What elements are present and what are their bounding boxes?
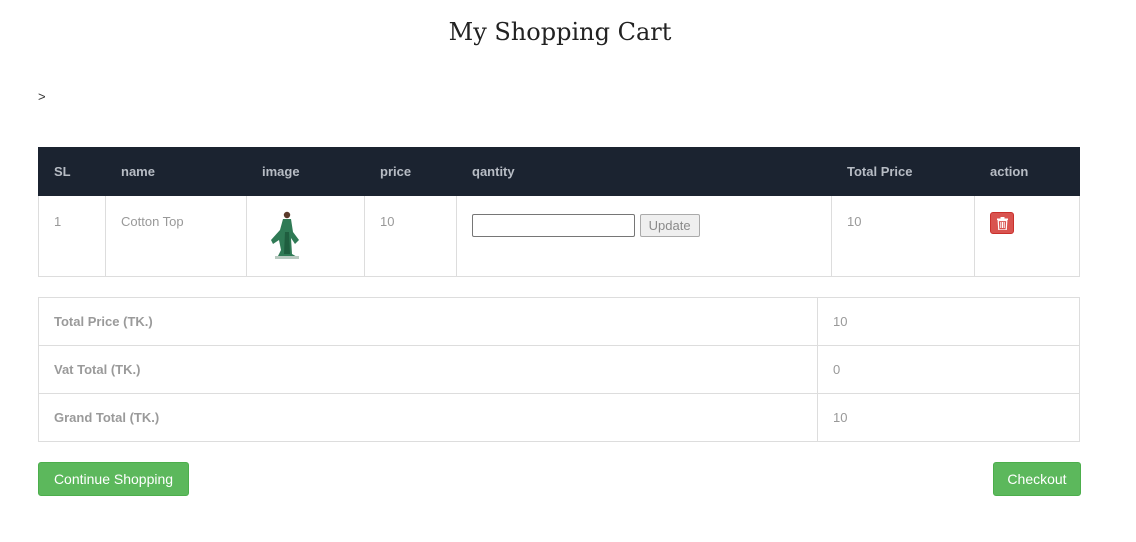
product-image — [271, 211, 299, 259]
grand-total-label: Grand Total (TK.) — [38, 393, 818, 442]
total-price-value: 10 — [817, 297, 1080, 346]
vat-total-label: Vat Total (TK.) — [38, 345, 818, 394]
row-price: 10 — [364, 195, 457, 277]
header-sl: SL — [38, 147, 106, 196]
vat-total-value: 0 — [817, 345, 1080, 394]
table-row: 1 Cotton Top 10 Update 10 — [38, 195, 1080, 277]
trash-icon — [996, 216, 1008, 230]
checkout-button[interactable]: Checkout — [993, 462, 1081, 496]
cart-table-header: SL name image price qantity Total Price … — [38, 147, 1080, 196]
header-quantity: qantity — [456, 147, 832, 196]
grand-total-value: 10 — [817, 393, 1080, 442]
page-title: My Shopping Cart — [448, 18, 672, 46]
continue-shopping-button[interactable]: Continue Shopping — [38, 462, 189, 496]
grand-total-row: Grand Total (TK.) 10 — [38, 393, 1080, 442]
row-name: Cotton Top — [105, 195, 247, 277]
row-sl: 1 — [38, 195, 106, 277]
row-image-cell — [246, 195, 365, 277]
header-price: price — [364, 147, 457, 196]
header-total-price: Total Price — [831, 147, 975, 196]
total-price-row: Total Price (TK.) 10 — [38, 297, 1080, 346]
breadcrumb: > — [38, 89, 46, 104]
vat-total-row: Vat Total (TK.) 0 — [38, 345, 1080, 394]
totals-table: Total Price (TK.) 10 Vat Total (TK.) 0 G… — [38, 297, 1080, 442]
header-name: name — [105, 147, 247, 196]
row-action-cell — [974, 195, 1080, 277]
row-quantity-cell: Update — [456, 195, 832, 277]
update-button[interactable]: Update — [639, 214, 700, 237]
total-price-label: Total Price (TK.) — [38, 297, 818, 346]
header-action: action — [974, 147, 1080, 196]
cart-table: SL name image price qantity Total Price … — [38, 147, 1080, 277]
header-image: image — [246, 147, 365, 196]
row-total: 10 — [831, 195, 975, 277]
quantity-input[interactable] — [472, 214, 635, 237]
delete-button[interactable] — [990, 212, 1014, 234]
